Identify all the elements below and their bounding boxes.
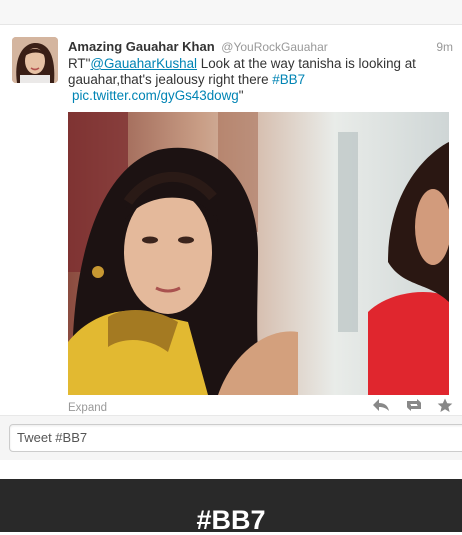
top-strip: [0, 0, 462, 25]
tweet-compose-input[interactable]: [10, 425, 444, 449]
avatar[interactable]: [12, 37, 58, 83]
spacer: [0, 460, 462, 480]
compose-area: [0, 416, 462, 460]
hashtag-title: #BB7: [196, 505, 266, 535]
expand-link[interactable]: Expand: [68, 402, 107, 414]
hashtag-header: #BB7: [0, 479, 462, 535]
tweet-actions: [363, 398, 453, 414]
avatar-image: [12, 37, 58, 83]
text-prefix: RT": [68, 56, 91, 71]
text-suffix: ": [238, 88, 244, 103]
compose-box[interactable]: [9, 424, 462, 452]
mention-link[interactable]: @GauaharKushal: [90, 56, 197, 71]
tweet-text: RT"@GauaharKushal Look at the way tanish…: [68, 56, 450, 104]
tweet-card[interactable]: Amazing Gauahar Khan @YouRockGauahar 9m …: [0, 25, 462, 415]
tweet-timestamp[interactable]: 9m: [436, 38, 453, 56]
hashtag-link[interactable]: #BB7: [272, 72, 305, 87]
pic-link[interactable]: pic.twitter.com/gyGs43dowg: [72, 88, 239, 103]
tweet-footer: Expand: [68, 398, 453, 416]
author-name[interactable]: Amazing Gauahar Khan: [68, 39, 215, 54]
tweet-header: Amazing Gauahar Khan @YouRockGauahar 9m: [68, 38, 453, 56]
author-handle[interactable]: @YouRockGauahar: [221, 40, 327, 54]
photo-image: [68, 112, 449, 395]
tweet-photo[interactable]: [68, 112, 449, 395]
